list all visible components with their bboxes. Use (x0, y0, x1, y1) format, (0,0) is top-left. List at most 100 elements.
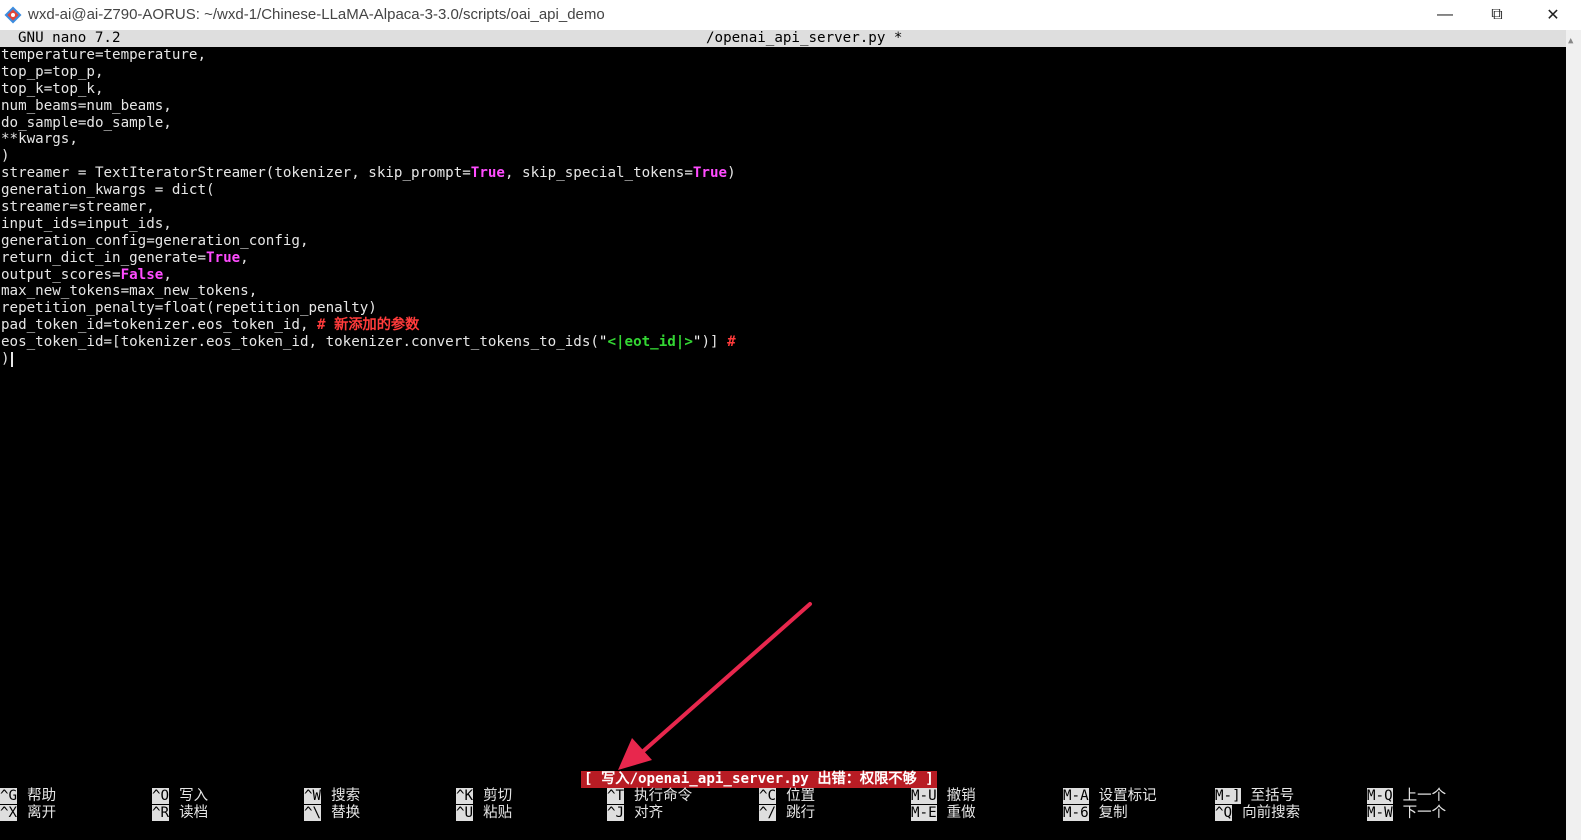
shortcut-key: M-E (911, 805, 937, 821)
code-line: ) (1, 351, 736, 368)
code-text: streamer = TextIteratorStreamer(tokenize… (1, 165, 471, 182)
code-text: )] (701, 334, 728, 351)
shortcut-label: 读档 (179, 805, 209, 821)
code-comment: # (727, 334, 736, 351)
code-text: top_p=top_p, (1, 63, 104, 80)
code-line: ) (1, 148, 736, 165)
window-titlebar[interactable]: wxd-ai@ai-Z790-AORUS: ~/wxd-1/Chinese-LL… (0, 0, 1581, 30)
code-text: top_k=top_k, (1, 80, 104, 97)
shortcut-label: 向前搜索 (1242, 805, 1301, 821)
code-string: <|eot_id|> (607, 334, 693, 351)
shortcut-key: ^K (456, 788, 474, 804)
shortcut-label: 帮助 (27, 788, 57, 804)
shortcut-item: ^Q 向前搜索 (1215, 805, 1300, 822)
nano-version: GNU nano 7.2 (18, 30, 121, 46)
code-text: **kwargs, (1, 131, 78, 148)
minimize-icon: — (1437, 6, 1453, 23)
shortcut-label: 撤销 (946, 788, 976, 804)
scroll-up-icon[interactable]: ▲ (1568, 36, 1573, 46)
shortcut-key: ^X (0, 805, 18, 821)
maximize-button[interactable]: ⧉ (1474, 0, 1520, 30)
nano-header-bar: GNU nano 7.2 /openai_api_server.py * (0, 30, 1566, 47)
code-line: do_sample=do_sample, (1, 115, 736, 132)
shortcut-key: ^\ (304, 805, 322, 821)
code-text: ) (727, 165, 736, 182)
shortcut-item: ^G 帮助 (0, 788, 56, 805)
shortcut-item: ^K 剪切 (456, 788, 512, 805)
shortcut-item: ^W 搜索 (304, 788, 360, 805)
code-text: max_new_tokens=max_new_tokens, (1, 283, 258, 300)
shortcut-label: 对齐 (634, 805, 664, 821)
code-line: generation_kwargs = dict( (1, 182, 736, 199)
shortcut-key: ^G (0, 788, 18, 804)
terminal-scrollbar[interactable]: ▲ (1566, 30, 1581, 840)
code-keyword: True (206, 249, 241, 266)
shortcut-item: ^\ 替换 (304, 805, 360, 822)
code-text: , (163, 266, 172, 283)
shortcut-item: ^R 读档 (152, 805, 208, 822)
code-line: **kwargs, (1, 131, 736, 148)
code-line: num_beams=num_beams, (1, 98, 736, 115)
terminal-area[interactable]: GNU nano 7.2 /openai_api_server.py * tem… (0, 30, 1566, 840)
shortcut-key: ^Q (1215, 805, 1233, 821)
code-text: do_sample=do_sample, (1, 114, 172, 131)
shortcut-label: 搜索 (331, 788, 361, 804)
shortcut-item: ^T 执行命令 (607, 788, 692, 805)
shortcut-key: ^/ (759, 805, 777, 821)
text-cursor (10, 351, 13, 367)
shortcut-item: ^J 对齐 (607, 805, 663, 822)
shortcut-label: 复制 (1098, 805, 1128, 821)
shortcut-label: 设置标记 (1098, 788, 1157, 804)
shortcut-item: ^/ 跳行 (759, 805, 815, 822)
shortcut-label: 粘贴 (483, 805, 513, 821)
shortcut-label: 写入 (179, 788, 209, 804)
code-keyword: True (692, 165, 728, 182)
shortcut-label: 跳行 (786, 805, 816, 821)
shortcut-key: M-W (1367, 805, 1393, 821)
code-line: return_dict_in_generate=True, (1, 250, 736, 267)
restore-icon: ⧉ (1491, 6, 1503, 23)
code-line: temperature=temperature, (1, 47, 736, 64)
code-line: output_scores=False, (1, 267, 736, 284)
shortcut-item: M-U 撤销 (911, 788, 976, 805)
code-text: input_ids=input_ids, (1, 215, 172, 232)
git-bash-app-icon (4, 6, 22, 24)
code-text: pad_token_id=tokenizer.eos_token_id, (1, 317, 318, 334)
shortcut-key: M-A (1063, 788, 1089, 804)
code-line: eos_token_id=[tokenizer.eos_token_id, to… (1, 334, 736, 351)
shortcut-key: M-U (911, 788, 937, 804)
code-editor[interactable]: temperature=temperature, top_p=top_p, top_… (1, 47, 736, 368)
code-line: input_ids=input_ids, (1, 216, 736, 233)
shortcut-item: ^C 位置 (759, 788, 815, 805)
shortcut-label: 执行命令 (634, 788, 693, 804)
close-icon: ✕ (1546, 7, 1560, 24)
shortcut-item: M-E 重做 (911, 805, 976, 822)
error-status-message: [ 写入/openai_api_server.py 出错：权限不够 ] (581, 771, 937, 788)
shortcut-key: ^R (152, 805, 170, 821)
code-comment: # 新添加的参数 (317, 317, 420, 334)
code-line: max_new_tokens=max_new_tokens, (1, 283, 736, 300)
minimize-button[interactable]: — (1422, 0, 1468, 30)
shortcut-item: M-W 下一个 (1367, 805, 1446, 822)
shortcut-label: 至括号 (1250, 788, 1295, 804)
shortcut-label: 剪切 (483, 788, 513, 804)
code-text: return_dict_in_generate= (1, 249, 206, 266)
code-text: streamer=streamer, (1, 199, 155, 216)
shortcut-key: ^T (607, 788, 625, 804)
shortcut-label: 下一个 (1402, 805, 1447, 821)
shortcut-item: ^O 写入 (152, 788, 208, 805)
shortcut-label: 上一个 (1402, 788, 1447, 804)
shortcut-key: M-6 (1063, 805, 1089, 821)
code-text: , (240, 249, 249, 266)
code-text: , skip_special_tokens= (504, 165, 693, 182)
shortcut-label: 离开 (27, 805, 57, 821)
code-line: streamer=streamer, (1, 199, 736, 216)
shortcut-label: 替换 (331, 805, 361, 821)
code-keyword: False (120, 266, 164, 283)
shortcut-label: 重做 (946, 805, 976, 821)
code-line: top_p=top_p, (1, 64, 736, 81)
shortcut-item: M-Q 上一个 (1367, 788, 1446, 805)
close-button[interactable]: ✕ (1530, 0, 1576, 30)
nano-filename: /openai_api_server.py * (706, 30, 903, 46)
shortcut-key: ^O (152, 788, 170, 804)
